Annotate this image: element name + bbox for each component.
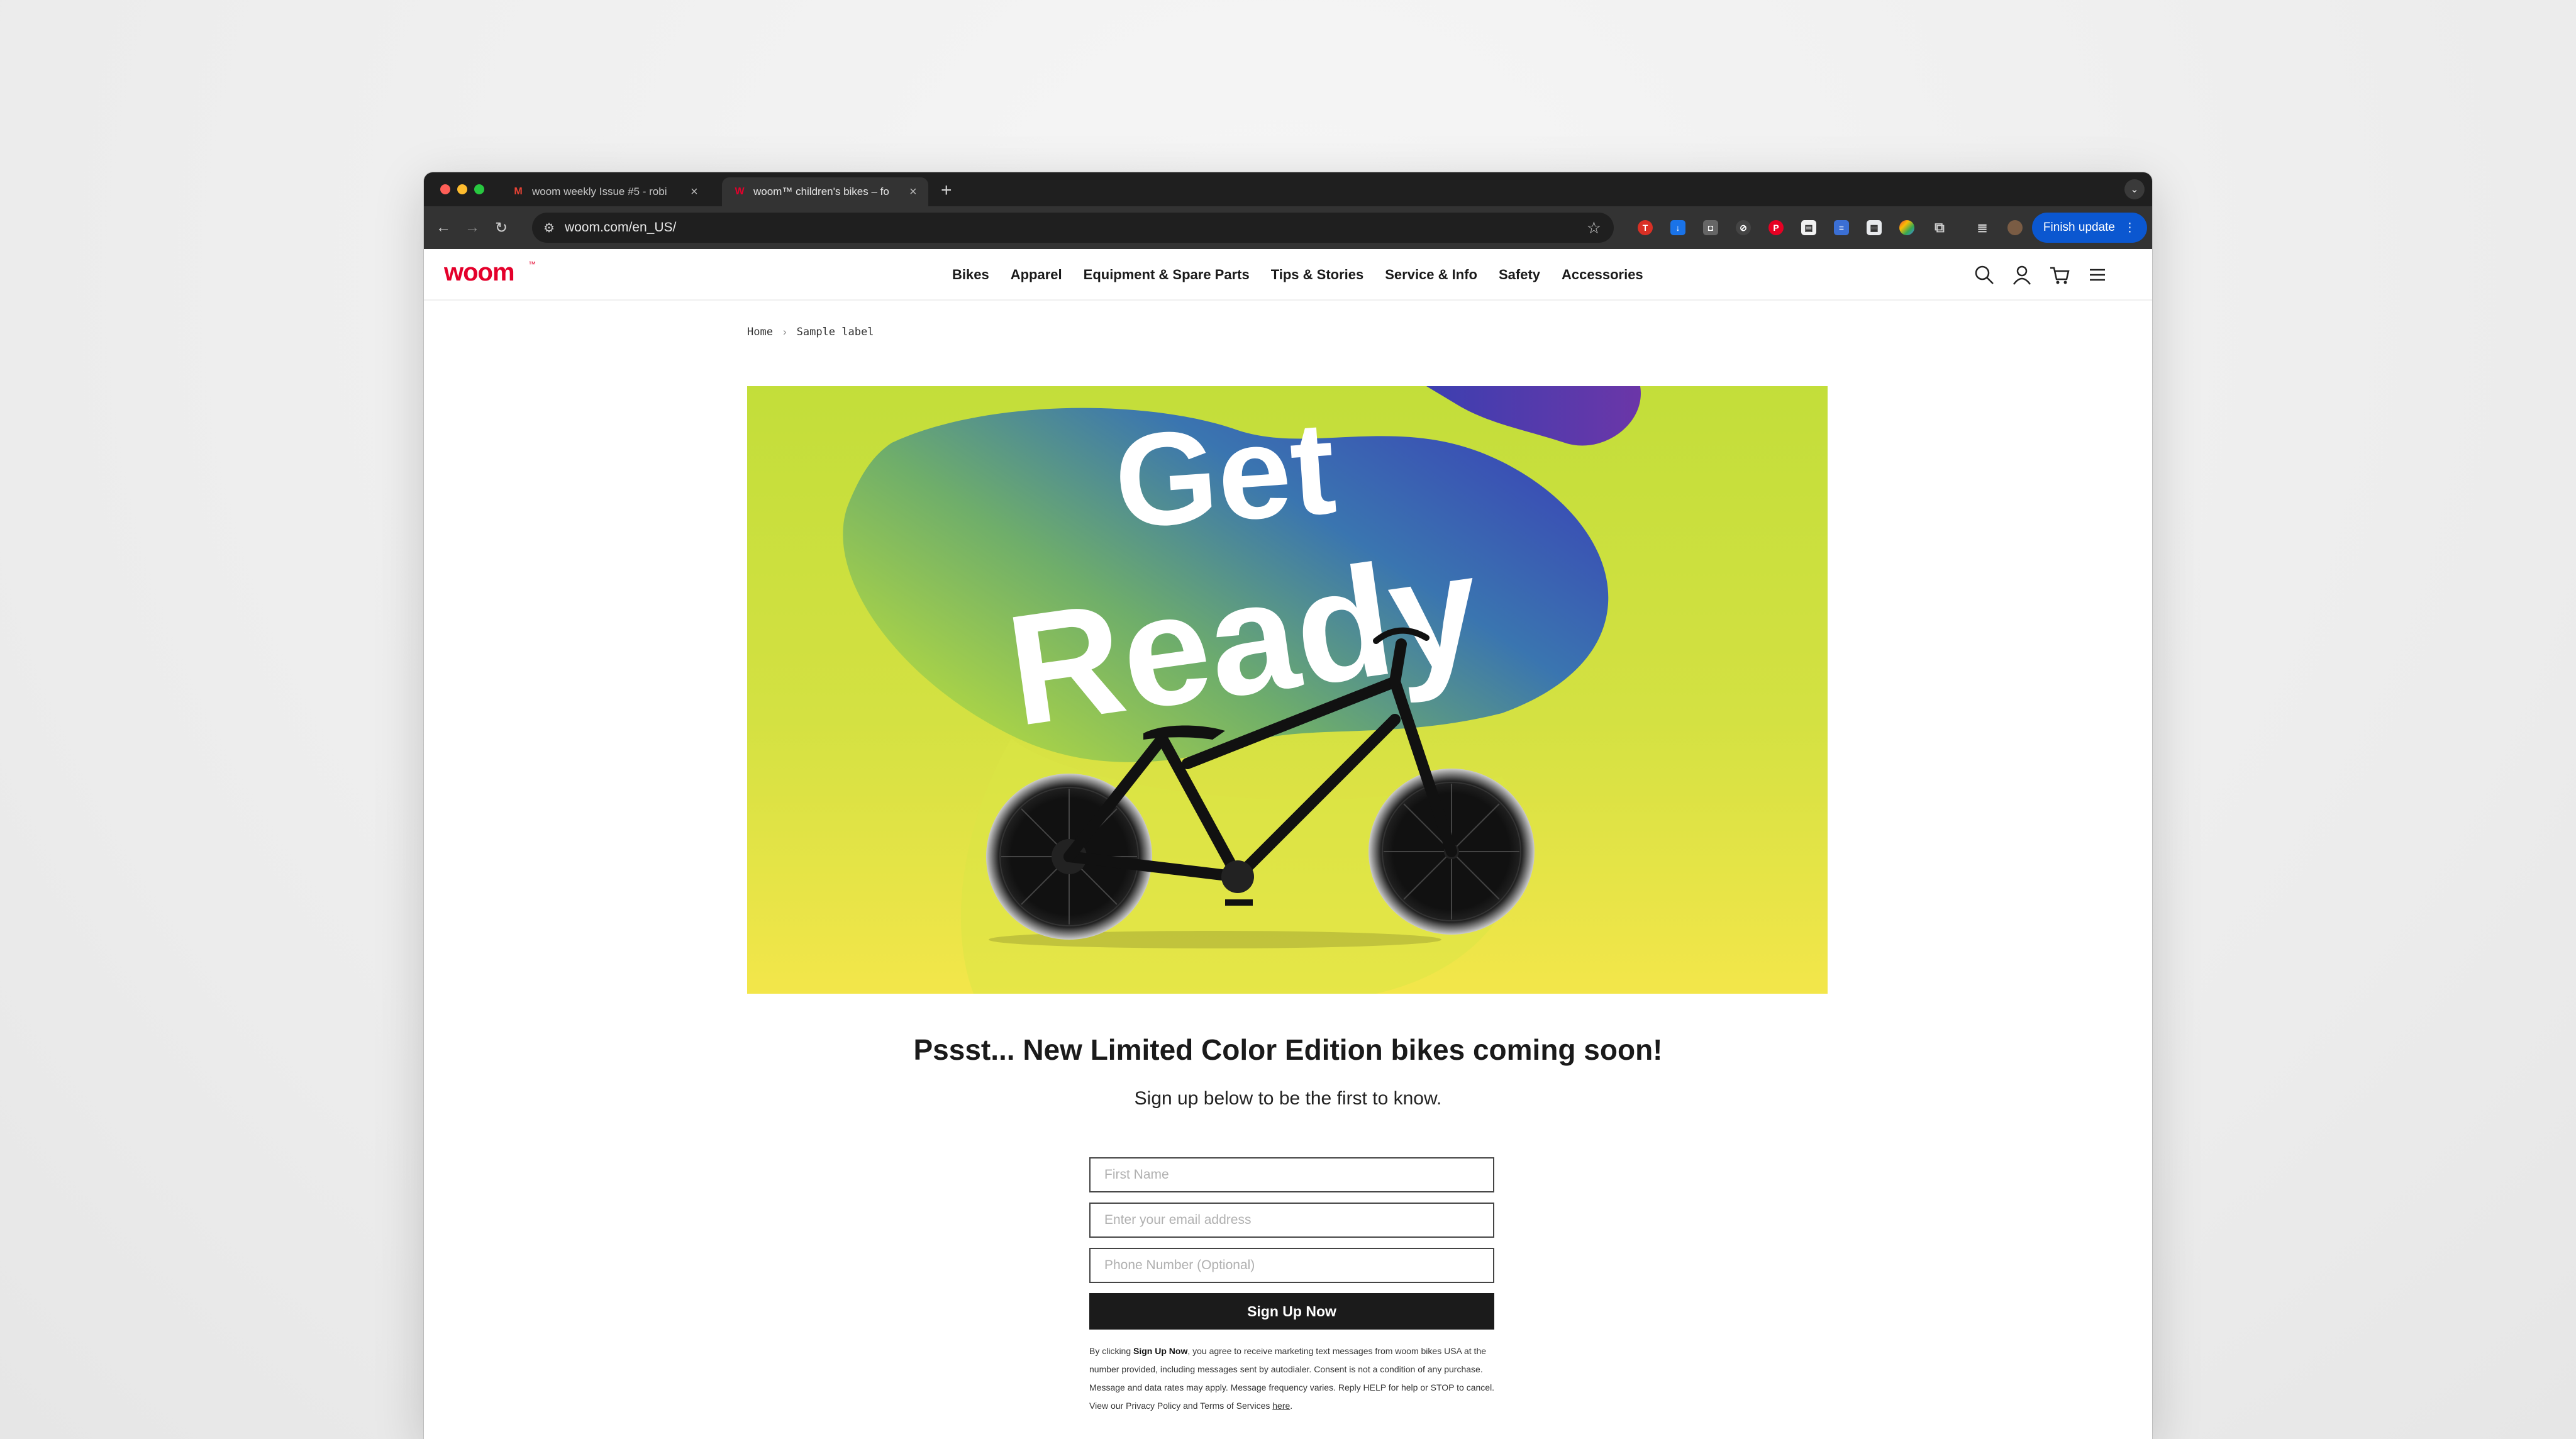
nav-safety[interactable]: Safety [1499,267,1540,283]
nav-service-info[interactable]: Service & Info [1385,267,1477,283]
finish-update-button[interactable]: Finish update ⋮ [2031,213,2147,243]
phone-field[interactable] [1089,1248,1494,1283]
back-icon[interactable]: ← [429,219,458,236]
page-subheadline: Sign up below to be the first to know. [1134,1088,1442,1109]
finish-update-label: Finish update [2043,221,2115,234]
close-tab-icon[interactable]: × [691,185,698,199]
pinterest-icon[interactable]: P [1768,220,1784,235]
close-tab-icon[interactable]: × [909,185,917,199]
nav-bikes[interactable]: Bikes [952,267,989,283]
site-header: woom ™ Bikes Apparel Equipment & Spare P… [424,249,2152,301]
extension-download-icon[interactable]: ↓ [1670,220,1685,235]
profile-avatar[interactable] [2007,220,2023,235]
more-menu-icon: ⋮ [2124,221,2136,235]
extensions-puzzle-icon[interactable]: ⧉ [1932,219,1947,235]
url-text: woom.com/en_US/ [564,220,677,235]
nav-tips-stories[interactable]: Tips & Stories [1271,267,1364,283]
tab-search-icon[interactable]: ⌄ [2124,179,2145,199]
email-field[interactable] [1089,1203,1494,1238]
gmail-icon: M [514,186,523,197]
close-window-button[interactable] [440,184,450,194]
hero-banner[interactable]: Get Ready [747,386,1828,994]
tab-woom[interactable]: W woom™ children's bikes – fo × [722,177,928,206]
extension-notes-icon[interactable]: ▤ [1801,220,1816,235]
woom-icon: W [735,186,745,197]
breadcrumb: Home › Sample label [747,326,874,338]
extension-icon[interactable]: T [1638,220,1653,235]
tab-title: woom™ children's bikes – fo [753,186,889,197]
zoom-window-button[interactable] [474,184,484,194]
hero-text-get: Get [1110,393,1340,556]
legal-disclaimer: By clicking Sign Up Now, you agree to re… [1089,1342,1497,1415]
browser-toolbar: ← → ↻ ⚙ woom.com/en_US/ ☆ T ↓ ◘ ⊘ P ▤ ≡ … [424,206,2152,249]
extension-color-icon[interactable] [1899,220,1914,235]
legal-bold: Sign Up Now [1133,1346,1188,1356]
extension-translate-icon[interactable]: ≡ [1834,220,1849,235]
main-navigation: Bikes Apparel Equipment & Spare Parts Ti… [952,249,1643,301]
tab-gmail[interactable]: M woom weekly Issue #5 - robi × [501,177,709,206]
browser-window: M woom weekly Issue #5 - robi × W woom™ … [424,172,2152,1439]
reload-icon[interactable]: ↻ [487,219,516,237]
forward-icon[interactable]: → [458,219,487,236]
tab-title: woom weekly Issue #5 - robi [532,186,667,197]
hero-artwork: Get Ready [843,386,1641,994]
breadcrumb-current: Sample label [796,326,874,338]
bookmark-star-icon[interactable]: ☆ [1587,218,1601,238]
sign-up-button[interactable]: Sign Up Now [1089,1293,1494,1330]
chevron-right-icon: › [782,326,787,338]
search-icon[interactable] [1974,264,1995,286]
menu-icon[interactable] [2087,264,2108,286]
nav-apparel[interactable]: Apparel [1011,267,1062,283]
woom-logo[interactable]: woom ™ [444,257,537,287]
header-icons [1974,264,2108,286]
svg-text:woom: woom [444,258,514,286]
minimize-window-button[interactable] [457,184,467,194]
cart-icon[interactable] [2049,264,2070,286]
address-bar[interactable]: ⚙ woom.com/en_US/ ☆ [532,213,1614,243]
new-tab-icon[interactable]: + [941,180,952,201]
legal-prefix: By clicking [1089,1346,1134,1356]
svg-text:™: ™ [528,260,536,269]
reading-list-icon[interactable]: ≣ [1975,220,1990,235]
page-headline: Pssst... New Limited Color Edition bikes… [913,1033,1663,1066]
breadcrumb-home[interactable]: Home [747,326,773,338]
first-name-field[interactable] [1089,1157,1494,1192]
site-info-icon[interactable]: ⚙ [543,220,555,236]
nav-equipment-spare-parts[interactable]: Equipment & Spare Parts [1084,267,1250,283]
extension-compass-icon[interactable]: ⊘ [1736,220,1751,235]
legal-end: . [1290,1401,1293,1411]
tab-strip: M woom weekly Issue #5 - robi × W woom™ … [424,172,2152,206]
window-controls [440,184,484,194]
extension-grid-icon[interactable]: ▦ [1867,220,1882,235]
account-icon[interactable] [2011,264,2033,286]
nav-accessories[interactable]: Accessories [1562,267,1643,283]
extension-camera-icon[interactable]: ◘ [1703,220,1718,235]
legal-here-link[interactable]: here [1272,1401,1290,1411]
